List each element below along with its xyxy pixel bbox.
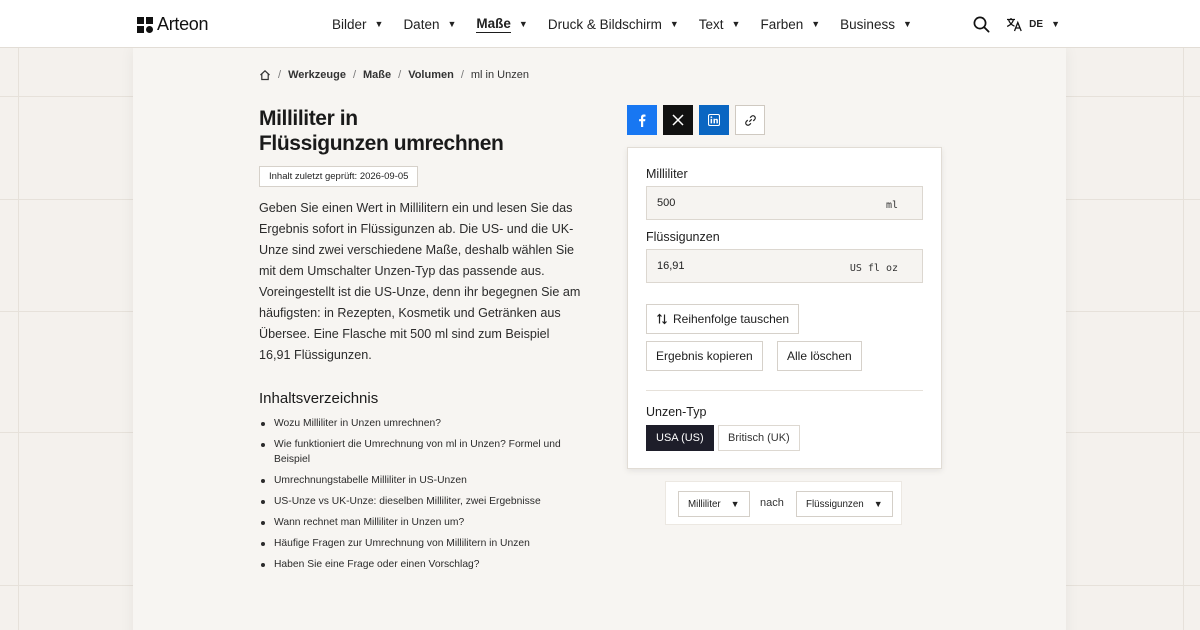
logo-mark-icon <box>137 16 153 33</box>
nav-label: Text <box>698 16 724 32</box>
linkedin-icon <box>708 114 720 126</box>
nav-item-bilder[interactable]: Bilder ▼ <box>332 17 383 32</box>
review-date-badge: Inhalt zuletzt geprüft: 2026-09-05 <box>259 166 419 187</box>
chevron-down-icon: ▼ <box>730 499 740 509</box>
chevron-down-icon: ▼ <box>731 19 741 29</box>
chevron-down-icon: ▼ <box>374 19 384 29</box>
breadcrumb-item-volumen[interactable]: Volumen <box>408 69 454 81</box>
copy-link-button[interactable] <box>735 105 765 135</box>
chevron-down-icon: ▼ <box>518 19 528 29</box>
nav-item-masse[interactable]: Maße ▼ <box>476 15 528 33</box>
toc-item[interactable]: Wozu Milliliter in Unzen umrechnen? <box>259 416 579 431</box>
site-header: Arteon Bilder ▼ Daten ▼ Maße ▼ Druck & Bild… <box>0 0 1200 48</box>
to-field-label: Flüssigunzen <box>646 230 720 244</box>
chevron-down-icon: ▼ <box>902 19 912 29</box>
unit-type-us-toggle[interactable]: USA (US) <box>646 425 714 451</box>
breadcrumb-separator: / <box>278 69 282 81</box>
toc-title: Inhaltsverzeichnis <box>259 390 379 407</box>
from-field: ml <box>646 186 923 220</box>
nav-item-farben[interactable]: Farben ▼ <box>760 17 820 32</box>
share-linkedin-button[interactable] <box>699 105 729 135</box>
nav-label: Maße <box>476 15 511 33</box>
selector-connector: nach <box>760 497 784 509</box>
toc-item[interactable]: Wie funktioniert die Umrechnung von ml i… <box>259 437 579 467</box>
facebook-icon <box>639 114 646 127</box>
nav-label: Bilder <box>332 16 367 32</box>
chevron-down-icon: ▼ <box>811 19 821 29</box>
link-icon <box>744 114 756 126</box>
home-icon[interactable] <box>259 69 271 81</box>
swap-icon <box>657 313 667 325</box>
header-actions: DE ▼ <box>973 0 1060 48</box>
breadcrumb: / Werkzeuge / Maße / Volumen / ml in Unz… <box>259 69 529 81</box>
from-unit-label: ml <box>885 200 898 211</box>
language-code: DE <box>1029 18 1044 30</box>
page-title-line-1: Milliliter in <box>259 107 358 130</box>
clear-all-button[interactable]: Alle löschen <box>777 341 862 371</box>
nav-label: Business <box>840 16 895 32</box>
unit-selector-bar: Milliliter ▼ nach Flüssigunzen ▼ <box>665 481 902 525</box>
from-unit-select-value: Milliliter <box>688 498 721 510</box>
converter-panel: Milliliter ml Flüssigunzen US fl oz Reih… <box>627 147 942 469</box>
toc-item[interactable]: Häufige Fragen zur Umrechnung von Millil… <box>259 536 579 551</box>
breadcrumb-separator: / <box>352 69 356 81</box>
page-title: Milliliter in Flüssigunzen umrechnen <box>259 106 579 156</box>
toc-item[interactable]: Haben Sie eine Frage oder einen Vorschla… <box>259 557 579 572</box>
share-buttons <box>627 105 765 135</box>
divider <box>646 390 923 391</box>
to-unit-label: US fl oz <box>849 263 898 274</box>
page-title-line-2: Flüssigunzen umrechnen <box>259 132 504 155</box>
nav-item-daten[interactable]: Daten ▼ <box>403 17 456 32</box>
chevron-down-icon: ▼ <box>1051 19 1060 29</box>
share-facebook-button[interactable] <box>627 105 657 135</box>
translate-icon <box>1007 17 1022 31</box>
intro-paragraph: Geben Sie einen Wert in Millilitern ein … <box>259 201 581 362</box>
brand-name: Arteon <box>157 14 209 34</box>
nav-label: Farben <box>760 16 804 32</box>
from-unit-select[interactable]: Milliliter ▼ <box>678 491 750 517</box>
swap-order-button[interactable]: Reihenfolge tauschen <box>646 304 800 334</box>
to-field: US fl oz <box>646 249 923 283</box>
fluid-ounces-input[interactable] <box>657 260 817 272</box>
table-of-contents: Wozu Milliliter in Unzen umrechnen? Wie … <box>259 416 579 578</box>
content-card: / Werkzeuge / Maße / Volumen / ml in Unz… <box>133 48 1066 630</box>
swap-order-label: Reihenfolge tauschen <box>673 312 790 326</box>
nav-item-text[interactable]: Text ▼ <box>699 17 741 32</box>
breadcrumb-separator: / <box>398 69 402 81</box>
share-x-button[interactable] <box>663 105 693 135</box>
toc-item[interactable]: Wann rechnet man Milliliter in Unzen um? <box>259 515 579 530</box>
breadcrumb-item-masse[interactable]: Maße <box>363 69 391 81</box>
breadcrumb-item-werkzeuge[interactable]: Werkzeuge <box>288 69 346 81</box>
brand-logo[interactable]: Arteon <box>137 14 209 35</box>
chevron-down-icon: ▼ <box>669 19 679 29</box>
unit-type-label: Unzen-Typ <box>646 405 707 419</box>
unit-type-uk-toggle[interactable]: Britisch (UK) <box>718 425 800 451</box>
breadcrumb-separator: / <box>460 69 464 81</box>
search-icon <box>973 16 990 33</box>
chevron-down-icon: ▼ <box>873 499 883 509</box>
toc-item[interactable]: Umrechnungstabelle Milliliter in US-Unze… <box>259 473 579 488</box>
copy-result-button[interactable]: Ergebnis kopieren <box>646 341 763 371</box>
nav-label: Daten <box>403 16 440 32</box>
nav-label: Druck & Bildschirm <box>547 16 662 32</box>
language-switcher[interactable]: DE ▼ <box>1006 17 1060 32</box>
nav-item-druck-bildschirm[interactable]: Druck & Bildschirm ▼ <box>548 17 679 32</box>
breadcrumb-current: ml in Unzen <box>470 69 529 81</box>
main-nav: Bilder ▼ Daten ▼ Maße ▼ Druck & Bildschirm ▼… <box>332 0 932 48</box>
chevron-down-icon: ▼ <box>447 19 457 29</box>
to-unit-select[interactable]: Flüssigunzen ▼ <box>796 491 893 517</box>
toc-item[interactable]: US-Unze vs UK-Unze: dieselben Milliliter… <box>259 494 579 509</box>
nav-item-business[interactable]: Business ▼ <box>840 17 912 32</box>
from-field-label: Milliliter <box>646 167 688 181</box>
x-icon <box>672 114 684 126</box>
to-unit-select-value: Flüssigunzen <box>806 498 864 510</box>
search-button[interactable] <box>973 16 990 33</box>
milliliter-input[interactable] <box>657 197 817 209</box>
